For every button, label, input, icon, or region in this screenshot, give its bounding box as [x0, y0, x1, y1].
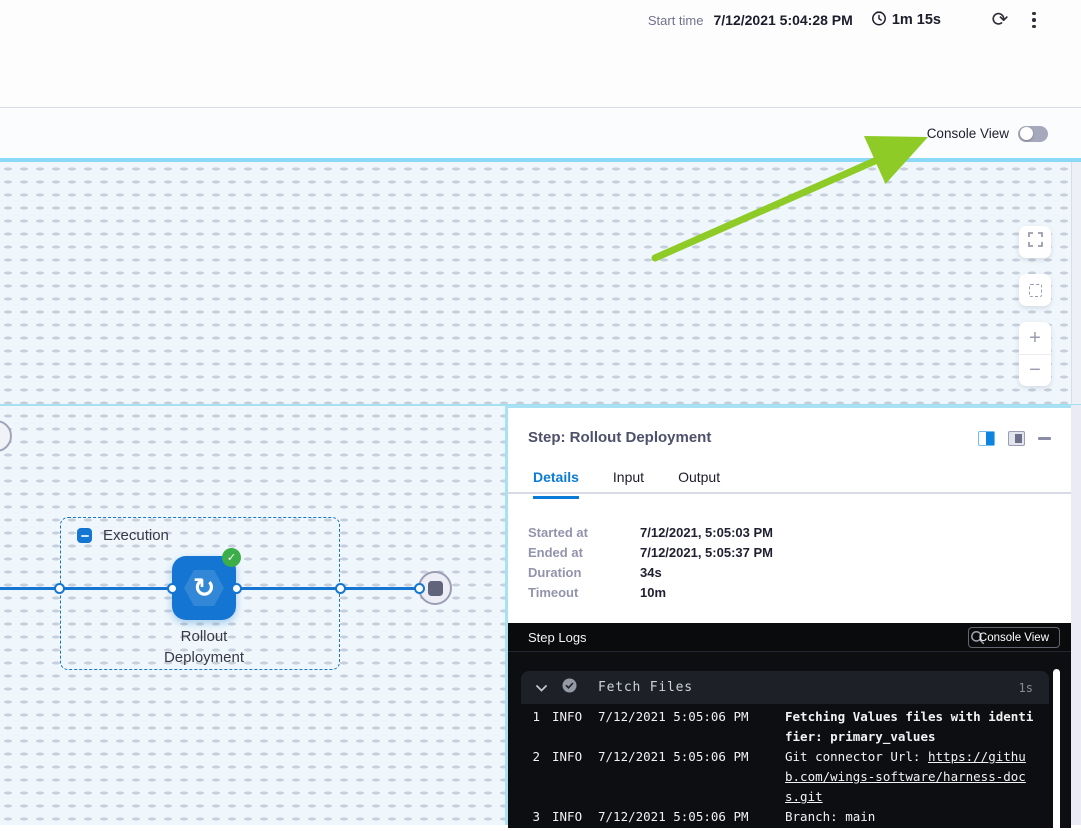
connector-dot — [167, 583, 178, 594]
detail-row: Duration 34s — [528, 562, 773, 582]
connector-dot — [414, 583, 425, 594]
log-line: 2 INFO 7/12/2021 5:05:06 PM Git connecto… — [521, 747, 1061, 807]
minus-icon — [81, 535, 89, 537]
view-toolbar: Console View — [0, 109, 1081, 158]
start-time-value: 7/12/2021 5:04:28 PM — [713, 12, 852, 28]
log-group-fetch-files: Fetch Files 1s — [521, 671, 1049, 704]
more-options-button[interactable] — [1021, 8, 1047, 32]
layout-split-right-icon[interactable] — [978, 431, 995, 446]
log-line: 1 INFO 7/12/2021 5:05:06 PM Fetching Val… — [521, 707, 1061, 747]
layout-overlay-icon[interactable] — [1008, 431, 1025, 446]
detail-row: Started at 7/12/2021, 5:05:03 PM — [528, 522, 773, 542]
panel-tabs: Details Input Output — [533, 469, 720, 499]
check-circle-icon — [562, 678, 577, 698]
step-logs-title: Step Logs — [528, 630, 587, 645]
check-icon: ✓ — [227, 551, 236, 564]
log-lines: 1 INFO 7/12/2021 5:05:06 PM Fetching Val… — [521, 707, 1061, 827]
console-view-label: Console View — [927, 126, 1009, 141]
tab-input[interactable]: Input — [613, 469, 644, 499]
elapsed-duration: 1m 15s — [892, 12, 941, 28]
connector-dot — [335, 583, 346, 594]
step-detail-list: Started at 7/12/2021, 5:05:03 PM Ended a… — [528, 522, 773, 602]
toggle-knob-icon — [1020, 127, 1033, 140]
chevron-down-icon — [536, 679, 547, 697]
execution-header-bar: Start time 7/12/2021 5:04:28 PM 1m 15s ⟳ — [0, 0, 1081, 108]
kebab-menu-icon — [1032, 12, 1036, 29]
tab-details[interactable]: Details — [533, 469, 579, 499]
console-view-button[interactable]: Console View — [968, 627, 1060, 648]
step-logs-section: Step Logs Console View Fetch Files 1s 1 — [508, 623, 1071, 828]
log-group-name: Fetch Files — [598, 680, 693, 695]
step-details-panel: Step: Rollout Deployment Details Input O… — [505, 405, 1071, 825]
refresh-icon: ⟳ — [992, 10, 1009, 30]
connector-dot — [54, 583, 65, 594]
minimize-panel-icon[interactable] — [1038, 437, 1051, 440]
log-group-duration: 1s — [1019, 681, 1033, 695]
log-line: 3 INFO 7/12/2021 5:05:06 PM Branch: main — [521, 807, 1061, 827]
log-scrollbar[interactable] — [1053, 669, 1060, 831]
panel-title: Step: Rollout Deployment — [528, 429, 711, 446]
console-view-toggle[interactable] — [1018, 126, 1048, 142]
success-badge: ✓ — [222, 548, 241, 567]
refresh-button[interactable]: ⟳ — [987, 8, 1013, 32]
execution-group-label: Execution — [103, 527, 169, 544]
node-caption: Rollout Deployment — [123, 626, 285, 668]
fit-view-icon — [1029, 284, 1042, 297]
panel-scrollbar-track[interactable] — [1071, 405, 1081, 825]
stop-icon — [428, 581, 443, 596]
fullscreen-button[interactable] — [1019, 226, 1051, 258]
zoom-in-button[interactable]: + — [1019, 322, 1051, 354]
log-group-header[interactable]: Fetch Files 1s — [521, 671, 1049, 704]
zoom-out-button[interactable]: − — [1019, 354, 1051, 386]
zoom-in-icon: + — [1029, 327, 1041, 350]
fit-to-screen-button[interactable] — [1019, 274, 1051, 306]
fullscreen-icon — [1028, 232, 1043, 252]
start-time-label: Start time — [648, 13, 704, 28]
tabs-divider — [508, 492, 1071, 494]
canvas-scrollbar-track[interactable] — [1071, 162, 1081, 405]
zoom-out-icon: − — [1029, 359, 1041, 382]
clock-icon — [871, 10, 887, 31]
detail-row: Ended at 7/12/2021, 5:05:37 PM — [528, 542, 773, 562]
collapse-group-button[interactable] — [77, 528, 92, 543]
connector-dot — [231, 583, 242, 594]
tab-output[interactable]: Output — [678, 469, 720, 499]
rollout-icon: ↻ — [193, 575, 216, 602]
zoom-button-group: + − — [1019, 322, 1051, 386]
detail-row: Timeout 10m — [528, 582, 773, 602]
